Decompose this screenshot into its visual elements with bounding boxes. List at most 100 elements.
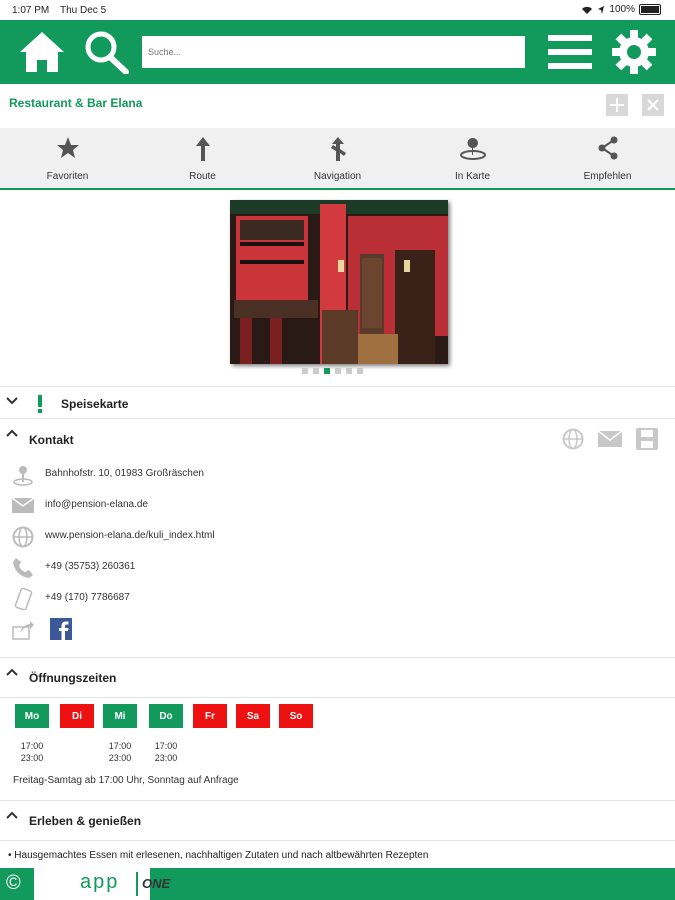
section-menu[interactable]: Speisekarte [0, 386, 675, 419]
gallery-dot[interactable] [346, 368, 352, 374]
share-export-icon[interactable] [12, 619, 34, 641]
battery-percent: 100% [609, 4, 635, 15]
close-button[interactable] [642, 94, 664, 116]
star-icon [56, 137, 79, 158]
title-bar: Restaurant & Bar Elana [0, 84, 675, 128]
action-share[interactable]: Empfehlen [540, 128, 675, 188]
section-hours[interactable]: Öffnungszeiten [0, 657, 675, 698]
section-title: Erleben & genießen [29, 814, 142, 828]
experience-item: • Hausgemachtes Essen mit erlesenen, nac… [8, 850, 429, 861]
menu-icon[interactable] [546, 33, 594, 71]
gallery-dot[interactable] [302, 368, 308, 374]
email-text: info@pension-elana.de [45, 499, 149, 510]
experience-item-text: Hausgemachtes Essen mit erlesenen, nachh… [14, 850, 429, 861]
exclamation-icon [38, 395, 42, 413]
action-favorites[interactable]: Favoriten [0, 128, 135, 188]
route-arrow-icon [195, 137, 210, 161]
page-title: Restaurant & Bar Elana [9, 96, 143, 110]
status-time: 1:07 PM [12, 5, 50, 16]
appone-logo[interactable]: app ONE [34, 868, 170, 900]
action-navigation[interactable]: Navigation [270, 128, 405, 188]
status-right: 100% [581, 4, 661, 15]
envelope-icon [12, 498, 34, 513]
save-icon[interactable] [636, 428, 658, 450]
section-title: Kontakt [29, 433, 74, 447]
plus-icon [610, 98, 624, 112]
gallery-dot[interactable] [357, 368, 363, 374]
hours-note: Freitag-Samtag ab 17:00 Uhr, Sonntag auf… [13, 775, 239, 786]
day-di: Di [60, 704, 94, 728]
experience-divider [0, 840, 675, 841]
day-so: So [279, 704, 313, 728]
section-title: Öffnungszeiten [29, 671, 117, 685]
location-pin-icon [13, 466, 33, 486]
home-icon[interactable] [18, 30, 66, 74]
wifi-icon [582, 6, 593, 14]
day-sa: Sa [236, 704, 270, 728]
facebook-icon[interactable] [50, 618, 72, 640]
hours-from: 17:00 [20, 741, 44, 751]
footer-bar: © app ONE [0, 868, 675, 900]
phone-text: +49 (35753) 260361 [45, 561, 136, 572]
action-bar: Favoriten Route Navigation In Karte Empf… [0, 128, 675, 190]
navigation-icon [330, 137, 346, 161]
search-input[interactable] [142, 36, 525, 68]
restaurant-photo[interactable] [230, 200, 448, 364]
add-button[interactable] [606, 94, 628, 116]
hours-to: 23:00 [20, 753, 44, 763]
day-do: Do [149, 704, 183, 728]
chevron-up-icon [6, 668, 18, 676]
gallery-dots [302, 368, 363, 374]
close-icon [647, 99, 659, 111]
contact-web[interactable]: www.pension-elana.de/kuli_index.html [0, 522, 675, 552]
gallery-dot[interactable] [313, 368, 319, 374]
map-pin-icon [459, 137, 486, 160]
day-mo: Mo [15, 704, 49, 728]
action-label: Favoriten [46, 171, 89, 182]
hours-to: 23:00 [108, 753, 132, 763]
hours-mi: 17:00 23:00 [103, 740, 137, 764]
section-contact[interactable]: Kontakt [0, 418, 675, 459]
top-toolbar [0, 20, 675, 84]
section-experience[interactable]: Erleben & genießen [0, 800, 675, 841]
hours-do: 17:00 23:00 [149, 740, 183, 764]
location-icon [598, 5, 605, 14]
hours-to: 23:00 [154, 753, 178, 763]
logo-separator [136, 872, 138, 896]
gear-icon[interactable] [610, 29, 658, 75]
copyright-symbol: © [6, 872, 21, 894]
mobile-phone-icon [14, 588, 33, 610]
web-globe-icon [12, 526, 34, 548]
chevron-up-icon [6, 811, 18, 819]
hours-mo: 17:00 23:00 [15, 740, 49, 764]
search-icon[interactable] [82, 30, 130, 74]
mail-icon[interactable] [598, 431, 622, 447]
day-fr: Fr [193, 704, 227, 728]
contact-phone[interactable]: +49 (35753) 260361 [0, 553, 675, 583]
action-map[interactable]: In Karte [405, 128, 540, 188]
logo-one-text: ONE [142, 876, 171, 891]
contact-address[interactable]: Bahnhofstr. 10, 01983 Großräschen [0, 460, 675, 490]
action-route[interactable]: Route [135, 128, 270, 188]
share-icon [598, 136, 617, 160]
chevron-down-icon [6, 397, 18, 405]
hours-from: 17:00 [154, 741, 178, 751]
hours-divider [0, 697, 675, 698]
action-label: In Karte [454, 171, 491, 182]
phone-icon [13, 558, 33, 578]
gallery-dot[interactable] [335, 368, 341, 374]
section-title: Speisekarte [61, 397, 129, 411]
battery-icon [639, 4, 661, 15]
action-label: Empfehlen [583, 171, 632, 182]
day-mi: Mi [103, 704, 137, 728]
action-label: Route [189, 171, 216, 182]
chevron-up-icon [6, 429, 18, 437]
status-date: Thu Dec 5 [60, 5, 107, 16]
contact-mobile[interactable]: +49 (170) 7786687 [0, 584, 675, 614]
gallery-dot-active[interactable] [324, 368, 330, 374]
globe-icon[interactable] [562, 428, 584, 450]
contact-social [0, 615, 675, 645]
status-bar: 1:07 PM Thu Dec 5 100% [0, 0, 675, 20]
address-text: Bahnhofstr. 10, 01983 Großräschen [45, 468, 204, 479]
contact-email[interactable]: info@pension-elana.de [0, 491, 675, 521]
